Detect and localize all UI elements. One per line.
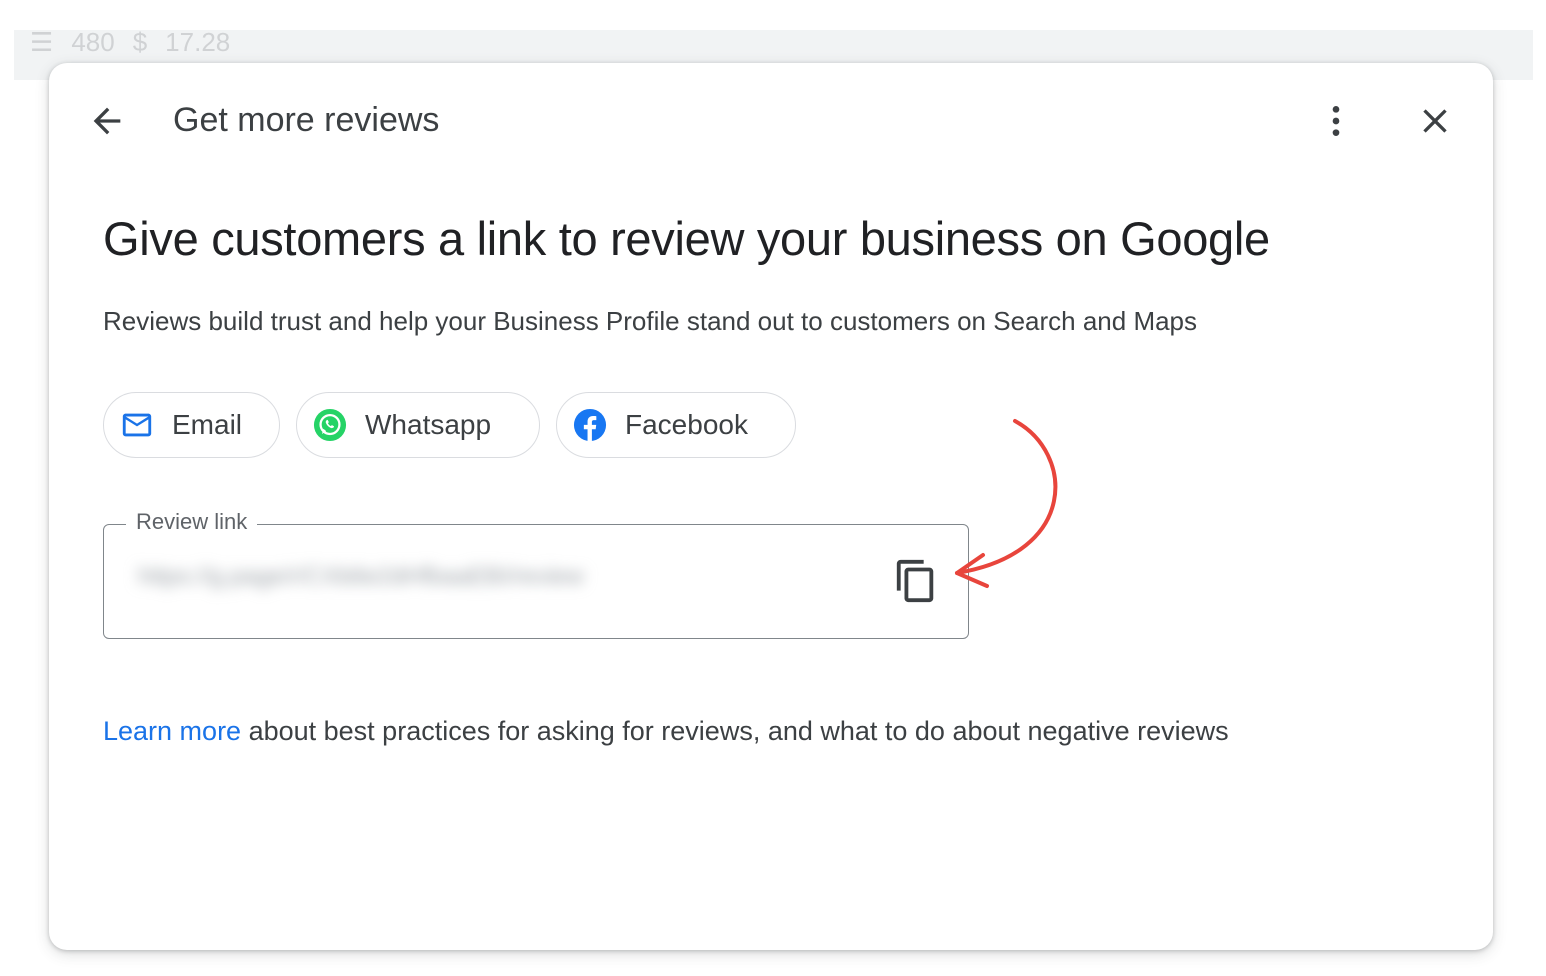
background-count: 480 bbox=[71, 30, 115, 54]
share-whatsapp-label: Whatsapp bbox=[365, 409, 492, 440]
more-options-button[interactable] bbox=[1309, 94, 1363, 148]
dialog-title: Get more reviews bbox=[173, 101, 440, 139]
review-link-label: Review link bbox=[126, 509, 258, 535]
review-link-value[interactable]: https://g.page/r/CXb6e2dHfbaaEBI/review bbox=[138, 563, 778, 595]
facebook-icon bbox=[573, 408, 607, 442]
review-link-field[interactable]: Review link https://g.page/r/CXb6e2dHfba… bbox=[103, 509, 969, 639]
learn-more-link[interactable]: Learn more bbox=[103, 716, 241, 746]
close-icon bbox=[1423, 109, 1447, 133]
dialog-headline: Give customers a link to review your bus… bbox=[103, 212, 1270, 265]
share-whatsapp-chip[interactable]: Whatsapp bbox=[296, 392, 540, 458]
email-icon bbox=[120, 408, 154, 442]
dialog-header: Get more reviews bbox=[49, 63, 1493, 179]
share-email-label: Email bbox=[172, 409, 243, 440]
learn-more-description: about best practices for asking for revi… bbox=[241, 716, 1229, 746]
background-price: 17.28 bbox=[165, 30, 231, 54]
background-toolbar-items: ☰ 480 $ 17.28 bbox=[30, 30, 230, 54]
close-button[interactable] bbox=[1408, 94, 1462, 148]
dialog-subtext: Reviews build trust and help your Busine… bbox=[103, 306, 1198, 336]
share-facebook-label: Facebook bbox=[625, 409, 748, 440]
share-email-chip[interactable]: Email bbox=[103, 392, 280, 458]
copy-link-button[interactable] bbox=[887, 552, 945, 610]
get-more-reviews-dialog: Get more reviews Give customers a link t… bbox=[49, 63, 1493, 950]
background-list-icon: ☰ bbox=[30, 30, 54, 54]
share-facebook-chip[interactable]: Facebook bbox=[556, 392, 796, 458]
learn-more-text: Learn more about best practices for aski… bbox=[103, 716, 1229, 747]
back-button[interactable] bbox=[80, 94, 134, 148]
background-currency: $ bbox=[132, 30, 148, 54]
more-vert-icon bbox=[1332, 106, 1340, 136]
copy-icon bbox=[896, 559, 934, 603]
arrow-back-icon bbox=[93, 107, 121, 135]
whatsapp-icon bbox=[313, 408, 347, 442]
annotation-arrow bbox=[955, 419, 1058, 588]
